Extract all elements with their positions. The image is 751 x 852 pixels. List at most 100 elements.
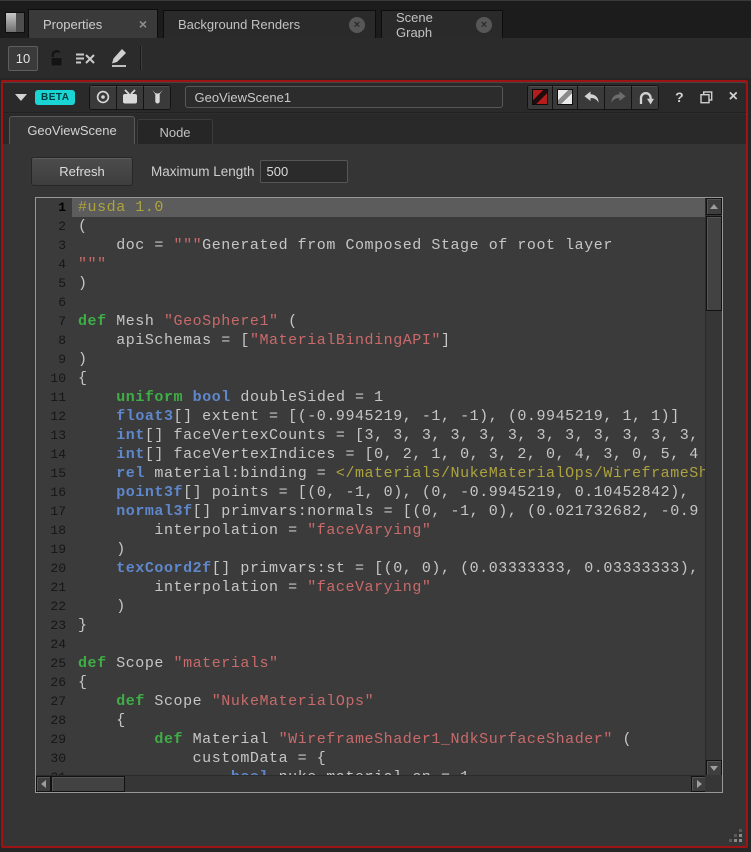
center-controls-button[interactable]	[90, 86, 117, 109]
refresh-button[interactable]: Refresh	[31, 157, 133, 186]
horizontal-scrollbar-thumb[interactable]	[51, 776, 125, 792]
line-number: 11	[36, 388, 72, 407]
pane-tab-bar: Properties × Background Renders × Scene …	[0, 0, 751, 38]
collapse-triangle-icon[interactable]	[15, 94, 27, 101]
code-text: )	[72, 540, 705, 559]
code-line: 19 )	[36, 540, 705, 559]
code-line: 23}	[36, 616, 705, 635]
code-line: 29 def Material "WireframeShader1_NdkSur…	[36, 730, 705, 749]
line-number: 20	[36, 559, 72, 578]
line-number: 30	[36, 749, 72, 768]
lock-open-icon[interactable]	[45, 46, 67, 70]
code-text: normal3f[] primvars:normals = [(0, -1, 0…	[72, 502, 705, 521]
node-name-field[interactable]: GeoViewScene1	[185, 86, 503, 108]
code-text: """	[72, 255, 705, 274]
undo-icon	[582, 91, 601, 104]
redo-button[interactable]	[605, 86, 632, 109]
tab-geoviewscene[interactable]: GeoViewScene	[9, 116, 135, 144]
code-text: doc = """Generated from Composed Stage o…	[72, 236, 705, 255]
maximum-length-input[interactable]: 500	[260, 160, 348, 183]
code-line: 25def Scope "materials"	[36, 654, 705, 673]
code-text: customData = {	[72, 749, 705, 768]
line-number: 23	[36, 616, 72, 635]
code-area[interactable]: 1#usda 1.02(3 doc = """Generated from Co…	[35, 197, 723, 793]
code-line: 16 point3f[] points = [(0, -1, 0), (0, -…	[36, 483, 705, 502]
node-panel-header: BETA GeoViewScene1	[3, 82, 746, 113]
line-number: 5	[36, 274, 72, 293]
line-number: 6	[36, 293, 72, 312]
gl-color-button[interactable]	[553, 86, 578, 109]
code-text: )	[72, 597, 705, 616]
code-text	[72, 635, 705, 654]
code-text: uniform bool doubleSided = 1	[72, 388, 705, 407]
center-controls-icon	[95, 89, 111, 105]
edit-pencil-icon[interactable]	[107, 46, 129, 70]
line-number: 16	[36, 483, 72, 502]
float-window-button[interactable]	[700, 91, 713, 104]
scroll-up-button[interactable]	[706, 198, 722, 215]
line-number: 19	[36, 540, 72, 559]
line-number: 7	[36, 312, 72, 331]
code-text: (	[72, 217, 705, 236]
help-button[interactable]: ?	[675, 89, 684, 105]
resize-grip[interactable]	[729, 829, 743, 843]
node-panel-content: Refresh Maximum Length 500 1#usda 1.02(3…	[3, 144, 746, 846]
close-all-panels-icon[interactable]	[74, 46, 96, 70]
code-text: )	[72, 274, 705, 293]
monitor-button[interactable]	[117, 86, 144, 109]
code-line: 15 rel material:binding = </materials/Nu…	[36, 464, 705, 483]
code-line: 2(	[36, 217, 705, 236]
code-line: 9)	[36, 350, 705, 369]
close-icon[interactable]: ×	[349, 17, 365, 33]
code-text	[72, 293, 705, 312]
line-number: 17	[36, 502, 72, 521]
code-line: 27 def Scope "NukeMaterialOps"	[36, 692, 705, 711]
close-icon[interactable]: ×	[476, 17, 492, 33]
pane-menu-icon[interactable]	[5, 12, 25, 33]
tab-background-renders[interactable]: Background Renders ×	[163, 10, 376, 38]
tab-scene-graph[interactable]: Scene Graph ×	[381, 10, 503, 38]
code-text: interpolation = "faceVarying"	[72, 521, 705, 540]
max-panels-input[interactable]: 10	[8, 46, 38, 71]
code-line: 24	[36, 635, 705, 654]
code-line: 12 float3[] extent = [(-0.9945219, -1, -…	[36, 407, 705, 426]
tab-properties[interactable]: Properties ×	[28, 9, 158, 38]
code-lines: 1#usda 1.02(3 doc = """Generated from Co…	[36, 198, 705, 775]
vertical-scrollbar[interactable]	[705, 198, 722, 777]
code-line: 11 uniform bool doubleSided = 1	[36, 388, 705, 407]
close-panel-button[interactable]: ×	[729, 88, 738, 106]
float-window-icon	[700, 91, 713, 104]
code-line: 21 interpolation = "faceVarying"	[36, 578, 705, 597]
line-number: 8	[36, 331, 72, 350]
code-line: 31 bool nuke_material_on = 1	[36, 768, 705, 775]
code-text: point3f[] points = [(0, -1, 0), (0, -0.9…	[72, 483, 705, 502]
horizontal-scrollbar[interactable]	[36, 775, 707, 792]
tab-node[interactable]: Node	[137, 119, 213, 144]
toolbar-separator	[140, 46, 142, 70]
scroll-left-button[interactable]	[36, 776, 51, 792]
node-header-left-buttons	[89, 85, 171, 110]
code-line: 6	[36, 293, 705, 312]
line-number: 14	[36, 445, 72, 464]
code-text: def Mesh "GeoSphere1" (	[72, 312, 705, 331]
revert-icon	[637, 90, 654, 105]
code-line: 18 interpolation = "faceVarying"	[36, 521, 705, 540]
code-text: rel material:binding = </materials/NukeM…	[72, 464, 705, 483]
revert-button[interactable]	[632, 86, 658, 109]
code-line: 7def Mesh "GeoSphere1" (	[36, 312, 705, 331]
line-number: 29	[36, 730, 72, 749]
code-text: int[] faceVertexCounts = [3, 3, 3, 3, 3,…	[72, 426, 705, 445]
code-line: 28 {	[36, 711, 705, 730]
node-color-button[interactable]	[528, 86, 553, 109]
code-text: {	[72, 369, 705, 388]
code-text: int[] faceVertexIndices = [0, 2, 1, 0, 3…	[72, 445, 705, 464]
code-text: apiSchemas = ["MaterialBindingAPI"]	[72, 331, 705, 350]
close-icon[interactable]: ×	[139, 17, 147, 31]
vertical-scrollbar-thumb[interactable]	[706, 216, 722, 311]
line-number: 12	[36, 407, 72, 426]
code-line: 14 int[] faceVertexIndices = [0, 2, 1, 0…	[36, 445, 705, 464]
undo-button[interactable]	[578, 86, 605, 109]
wrench-button[interactable]	[144, 86, 170, 109]
code-text: )	[72, 350, 705, 369]
nuke-properties-pane: Properties × Background Renders × Scene …	[0, 0, 751, 852]
